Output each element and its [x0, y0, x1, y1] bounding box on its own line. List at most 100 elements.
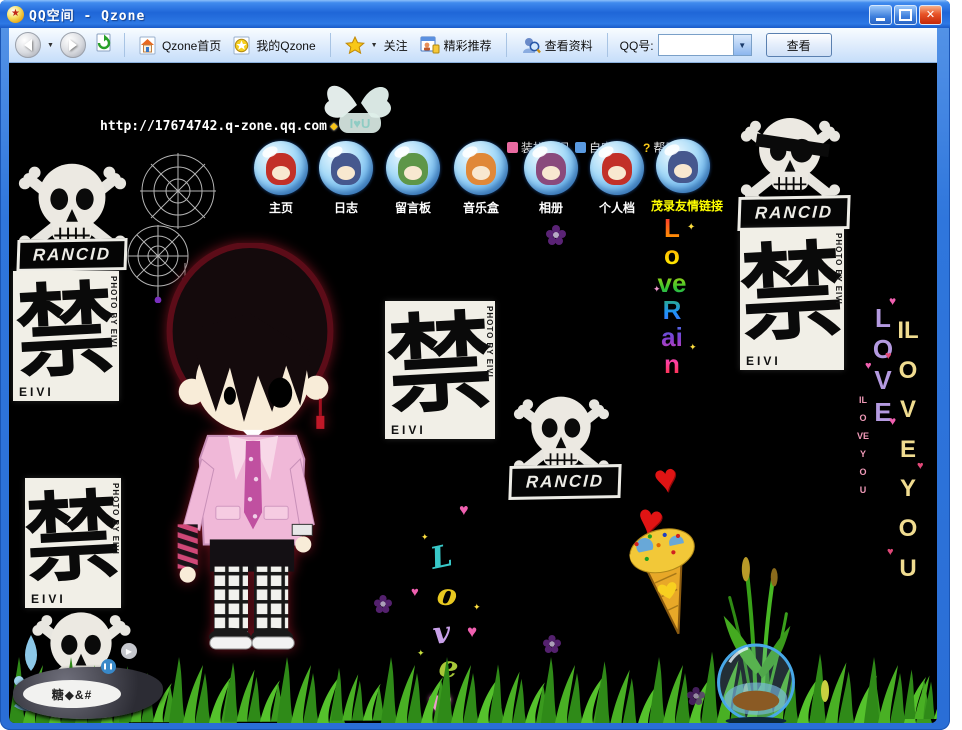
back-icon — [18, 39, 32, 51]
svg-text:I♥U: I♥U — [350, 116, 371, 131]
sparkle-icon: ✦ — [421, 533, 429, 542]
heart-icon: ♥ — [411, 585, 419, 598]
qzone-window: ★ QQ空间 - Qzone ✕ ▼ Qzone — [0, 0, 950, 730]
my-qzone-icon — [233, 36, 252, 55]
nav-bubble-profile[interactable] — [590, 141, 644, 195]
recommend-label: 精彩推荐 — [444, 37, 492, 54]
iloveyou-small-decoration: ILOVEYOU — [857, 391, 869, 499]
view-profile-button[interactable]: 查看资料 — [517, 34, 597, 57]
flower-decoration — [546, 225, 566, 245]
back-button[interactable] — [15, 32, 41, 58]
bubble-face — [674, 164, 692, 178]
view-profile-icon — [521, 36, 541, 55]
view-button-label: 查看 — [787, 37, 811, 54]
nav-label-music-box[interactable]: 音乐盒 — [449, 199, 513, 216]
nav-item-photo-album[interactable]: 相册 — [519, 141, 583, 216]
qzone-page: http://17674742.q-zone.qq.com◆ I♥U 装扮空间 … — [9, 63, 937, 723]
nav-label-profile[interactable]: 个人档 — [585, 199, 649, 216]
rancid-stamp: RANCID — [16, 238, 127, 272]
nav-bubble-friend-links[interactable] — [656, 139, 710, 193]
nav-bubble-music-box[interactable] — [454, 141, 508, 195]
follow-dropdown-icon: ▼ — [371, 42, 378, 49]
maximize-icon — [899, 9, 912, 21]
nav-label-photo-album[interactable]: 相册 — [519, 199, 583, 216]
nav-label-message-board[interactable]: 留言板 — [381, 199, 445, 216]
maximize-button[interactable] — [894, 5, 917, 25]
home-icon — [139, 36, 158, 55]
nav-item-friend-links[interactable]: 茂录友情链接 — [651, 139, 715, 214]
nav-item-profile[interactable]: 个人档 — [585, 141, 649, 216]
view-button[interactable]: 查看 — [766, 33, 832, 57]
pause-icon: ❚❚ — [102, 663, 114, 670]
heart-icon: ♥ — [885, 351, 892, 362]
heart-icon: ♥ — [889, 295, 896, 307]
nav-label-friend-links[interactable]: 茂录友情链接 — [651, 197, 715, 214]
separator — [330, 33, 331, 57]
follow-label: 关注 — [384, 37, 408, 54]
nav-label-blog[interactable]: 日志 — [314, 199, 378, 216]
heart-icon: ♥ — [467, 623, 477, 640]
recommend-button[interactable]: 精彩推荐 — [416, 34, 496, 56]
flower-decoration — [687, 687, 705, 705]
heart-icon: ♥ — [459, 503, 469, 519]
bubble-face — [608, 166, 626, 180]
my-qzone-button[interactable]: 我的Qzone — [229, 34, 319, 57]
separator — [124, 33, 125, 57]
separator — [506, 33, 507, 57]
window-title: QQ空间 - Qzone — [29, 5, 145, 24]
qzone-home-button[interactable]: Qzone首页 — [135, 34, 225, 57]
music-ticker-text: 糖◆&# — [23, 680, 121, 708]
emo-boy-character — [149, 243, 351, 655]
pause-button[interactable]: ❚❚ — [101, 659, 116, 674]
ban-stamp: 禁 PHOTO BY EIVI EIVI — [740, 228, 844, 370]
qq-number-combobox[interactable]: ▼ — [658, 34, 752, 56]
minimize-icon — [876, 18, 885, 21]
ice-cream-decoration — [612, 516, 724, 649]
ban-stamp: 禁 PHOTO BY EIVI EIVI — [25, 478, 121, 608]
combobox-dropdown-icon[interactable]: ▼ — [733, 35, 751, 55]
title-bar: ★ QQ空间 - Qzone ✕ — [0, 0, 950, 28]
nav-label-home[interactable]: 主页 — [249, 199, 313, 216]
nav-item-home[interactable]: 主页 — [249, 141, 313, 216]
bubble-face — [337, 166, 355, 180]
heart-icon: ♥ — [887, 547, 894, 558]
qq-number-value[interactable] — [659, 35, 733, 55]
sparkle-icon: ✦ — [473, 603, 481, 612]
love-rain-decoration: LoveRain ✦ ✦ ✦ — [657, 215, 697, 395]
minimize-button[interactable] — [869, 5, 892, 25]
ban-stamp: 禁 PHOTO BY EIVI EIVI — [13, 271, 119, 401]
play-button[interactable]: ▶ — [121, 643, 137, 659]
follow-button[interactable]: ▼ 关注 — [341, 34, 412, 56]
play-icon: ▶ — [126, 647, 132, 656]
nav-bubble-blog[interactable] — [319, 141, 373, 195]
nav-bubble-message-board[interactable] — [386, 141, 440, 195]
forward-button[interactable] — [60, 32, 86, 58]
back-dropdown-icon[interactable]: ▼ — [47, 42, 54, 49]
nav-bubble-home[interactable] — [254, 141, 308, 195]
qzone-home-label: Qzone首页 — [162, 37, 221, 54]
desktop: ★ QQ空间 - Qzone ✕ ▼ Qzone — [0, 0, 962, 730]
rancid-stamp: RANCID — [737, 195, 850, 231]
nav-bubble-photo-album[interactable] — [524, 141, 578, 195]
bubble-face — [272, 166, 290, 180]
my-qzone-label: 我的Qzone — [256, 37, 315, 54]
music-ticker-widget[interactable]: 糖◆&# — [13, 667, 163, 719]
bubble-face — [472, 166, 490, 180]
refresh-button[interactable] — [94, 33, 114, 58]
gem-icon: ◆ — [330, 119, 338, 134]
flower-decoration — [374, 595, 392, 613]
forward-icon — [69, 39, 83, 51]
refresh-icon — [94, 33, 114, 53]
pirate-skull-decoration — [733, 108, 847, 208]
iloveyou-vertical-decoration: ILOVEYOU ♥ ♥ ♥ — [893, 311, 923, 588]
nav-item-blog[interactable]: 日志 — [314, 141, 378, 216]
qzone-logo-icon: ★ — [7, 6, 24, 23]
sparkle-icon: ✦ — [653, 285, 661, 294]
close-button[interactable]: ✕ — [919, 5, 942, 25]
nav-item-message-board[interactable]: 留言板 — [381, 141, 445, 216]
nav-item-music-box[interactable]: 音乐盒 — [449, 141, 513, 216]
plant-vase-decoration — [715, 553, 797, 723]
browser-toolbar: ▼ Qzone首页 我的Qzone — [9, 28, 937, 63]
close-icon: ✕ — [926, 10, 935, 21]
ban-stamp: 禁 PHOTO BY EIVI EIVI — [385, 301, 495, 439]
